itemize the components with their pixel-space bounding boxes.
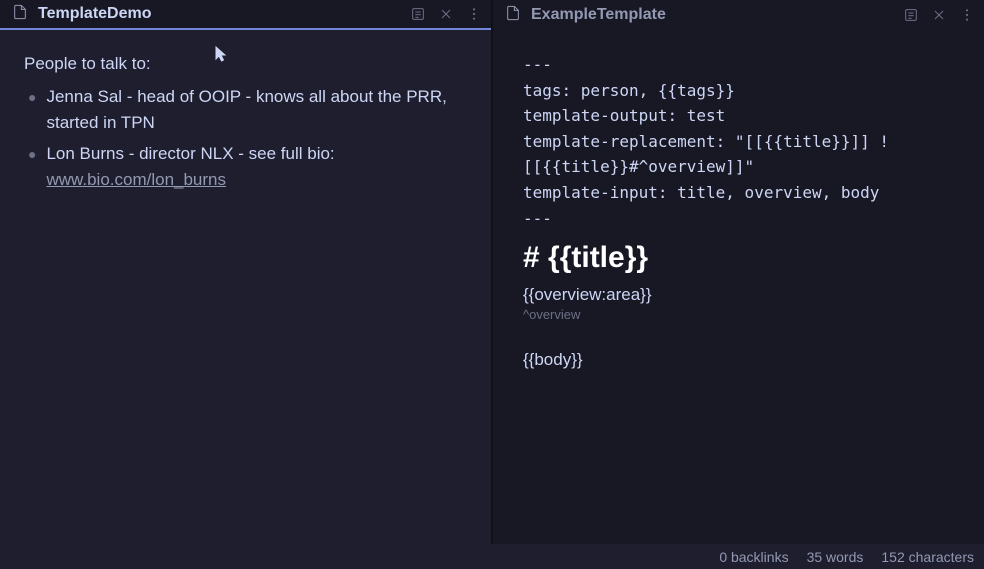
editor-left[interactable]: People to talk to: ● Jenna Sal - head of…: [0, 30, 491, 544]
pane-left: TemplateDemo People to talk to: ● Jenna …: [0, 0, 493, 544]
frontmatter-block: --- tags: person, {{tags}} template-outp…: [523, 52, 954, 231]
status-bar: 0 backlinks 35 words 152 characters: [0, 544, 984, 569]
list-item: ● Jenna Sal - head of OOIP - knows all a…: [24, 84, 467, 137]
list-item: ● Lon Burns - director NLX - see full bi…: [24, 141, 467, 194]
tab-bar-left: TemplateDemo: [0, 0, 491, 30]
more-icon[interactable]: [465, 5, 483, 23]
status-backlinks[interactable]: 0 backlinks: [719, 549, 788, 565]
close-icon[interactable]: [437, 5, 455, 23]
status-words: 35 words: [807, 549, 864, 565]
block-reference: ^overview: [523, 307, 954, 322]
reading-mode-icon[interactable]: [409, 5, 427, 23]
tab-title-right[interactable]: ExampleTemplate: [531, 6, 892, 24]
body-placeholder: {{body}}: [523, 350, 954, 370]
more-icon[interactable]: [958, 6, 976, 24]
list-item-prefix: Lon Burns - director NLX - see full bio:: [46, 144, 334, 163]
reading-mode-icon[interactable]: [902, 6, 920, 24]
heading-text: People to talk to:: [24, 54, 467, 74]
tab-title-left[interactable]: TemplateDemo: [38, 5, 399, 23]
pane-right: ExampleTemplate --- tags: person, {{tags…: [493, 0, 984, 544]
external-link[interactable]: www.bio.com/lon_burns: [46, 170, 226, 189]
file-icon: [505, 5, 521, 26]
editor-right[interactable]: --- tags: person, {{tags}} template-outp…: [493, 30, 984, 544]
list-item-text: Jenna Sal - head of OOIP - knows all abo…: [46, 84, 467, 137]
heading-1: # {{title}}: [523, 241, 954, 275]
status-chars: 152 characters: [881, 549, 974, 565]
overview-placeholder: {{overview:area}}: [523, 285, 954, 305]
bullet-icon: ●: [28, 84, 36, 111]
bullet-icon: ●: [28, 141, 36, 168]
close-icon[interactable]: [930, 6, 948, 24]
tab-bar-right: ExampleTemplate: [493, 0, 984, 30]
file-icon: [12, 4, 28, 25]
list-item-text: Lon Burns - director NLX - see full bio:…: [46, 141, 467, 194]
